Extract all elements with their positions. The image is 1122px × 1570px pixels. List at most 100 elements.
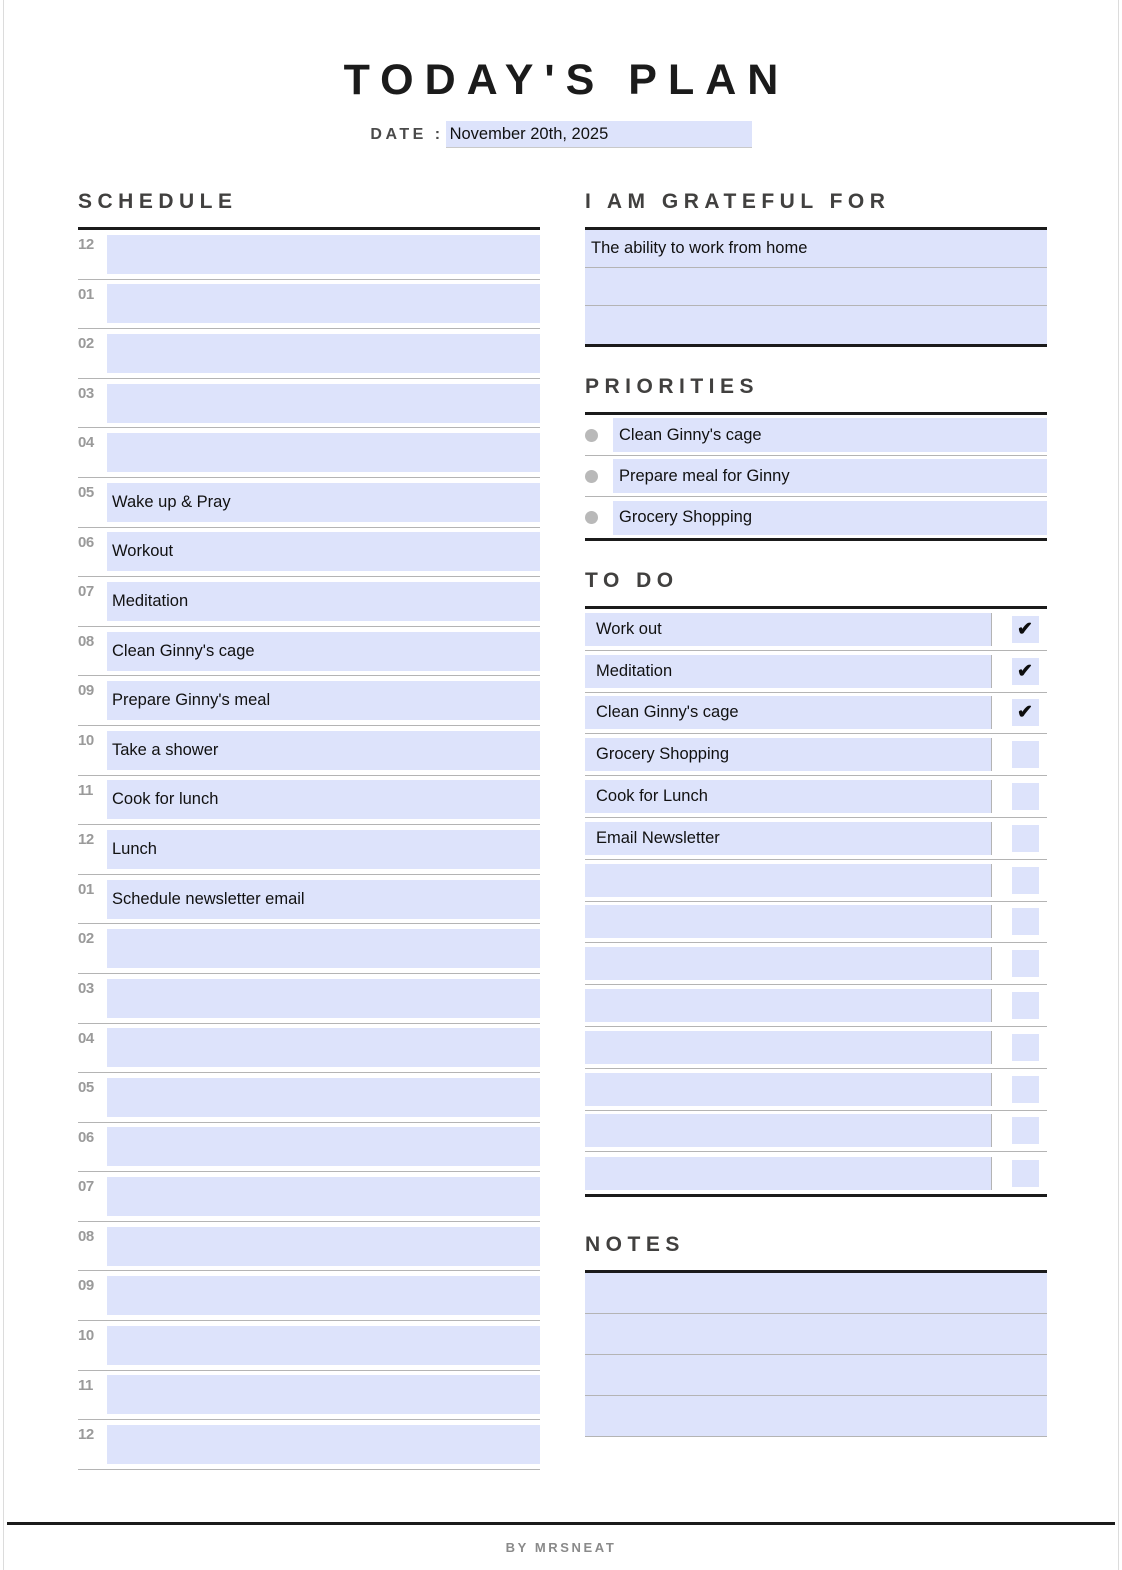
todo-checkbox-cell: ✔ — [1003, 657, 1047, 685]
checkbox-empty-icon[interactable] — [1011, 992, 1039, 1020]
todo-row: Clean Ginny's cage ✔ — [585, 693, 1047, 735]
checkbox-empty-icon[interactable] — [1011, 1075, 1039, 1103]
priority-input[interactable]: Clean Ginny's cage — [613, 418, 1047, 452]
todo-checkbox-cell — [1003, 908, 1047, 936]
schedule-entry-input[interactable]: Clean Ginny's cage — [107, 631, 540, 671]
todo-input[interactable]: Grocery Shopping — [585, 738, 992, 772]
todo-input[interactable]: Clean Ginny's cage — [585, 696, 992, 730]
schedule-entry-input[interactable]: Meditation — [107, 581, 540, 621]
schedule-entry-input[interactable] — [107, 1028, 540, 1068]
todo-input[interactable]: Meditation — [585, 654, 992, 688]
priority-input[interactable]: Prepare meal for Ginny — [613, 459, 1047, 493]
page-header: TODAY'S PLAN DATE : November 20th, 2025 — [4, 0, 1118, 148]
checkbox-empty-icon[interactable] — [1011, 866, 1039, 894]
todo-input[interactable] — [585, 989, 992, 1023]
todo-input[interactable]: Cook for Lunch — [585, 780, 992, 814]
todo-input[interactable] — [585, 1072, 992, 1106]
planner-page: TODAY'S PLAN DATE : November 20th, 2025 … — [3, 0, 1119, 1570]
schedule-column: SCHEDULE 12 01 02 03 04 05 Wake up & Pray 06 Wor… — [78, 190, 540, 1470]
checkbox-checked-icon[interactable]: ✔ — [1011, 699, 1039, 727]
schedule-entry-input[interactable] — [107, 333, 540, 373]
checkbox-checked-icon[interactable]: ✔ — [1011, 657, 1039, 685]
schedule-row: 11 Cook for lunch — [78, 776, 540, 826]
checkbox-empty-icon[interactable] — [1011, 783, 1039, 811]
todo-section: TO DO Work out ✔ Meditation ✔ Clean Ginny's … — [585, 569, 1047, 1198]
schedule-hour-label: 09 — [78, 1277, 94, 1295]
schedule-hour-label: 10 — [78, 731, 94, 749]
todo-row — [585, 860, 1047, 902]
checkbox-empty-icon[interactable] — [1011, 824, 1039, 852]
schedule-entry-input[interactable] — [107, 433, 540, 473]
date-input[interactable]: November 20th, 2025 — [445, 121, 752, 148]
schedule-entry-input[interactable] — [107, 1325, 540, 1365]
priority-input[interactable]: Grocery Shopping — [613, 500, 1047, 535]
schedule-entry-input[interactable]: Wake up & Pray — [107, 482, 540, 522]
todo-row — [585, 1111, 1047, 1153]
schedule-entry-input[interactable] — [107, 1127, 540, 1167]
todo-input[interactable]: Email Newsletter — [585, 821, 992, 855]
todo-input[interactable] — [585, 863, 992, 897]
schedule-entry-input[interactable] — [107, 1077, 540, 1117]
bullet-cell — [585, 469, 613, 483]
grateful-input[interactable] — [585, 306, 1047, 344]
schedule-entry-input[interactable] — [107, 383, 540, 423]
schedule-entry-input[interactable] — [107, 234, 540, 274]
todo-input[interactable] — [585, 905, 992, 939]
schedule-entry-input[interactable] — [107, 1425, 540, 1465]
todo-checkbox-cell: ✔ — [1003, 615, 1047, 643]
schedule-row: 04 — [78, 1024, 540, 1074]
checkbox-empty-icon[interactable] — [1011, 908, 1039, 936]
schedule-entry-input[interactable]: Schedule newsletter email — [107, 879, 540, 919]
todo-input[interactable] — [585, 1114, 992, 1148]
schedule-entry-input[interactable] — [107, 284, 540, 324]
schedule-entry-input[interactable]: Workout — [107, 532, 540, 572]
todo-input[interactable] — [585, 1156, 992, 1190]
schedule-hour-label: 11 — [78, 781, 93, 799]
grateful-heading: I AM GRATEFUL FOR — [585, 190, 891, 213]
checkbox-empty-icon[interactable] — [1011, 741, 1039, 769]
schedule-entry-input[interactable] — [107, 978, 540, 1018]
schedule-row: 01 Schedule newsletter email — [78, 875, 540, 925]
notes-input[interactable] — [585, 1314, 1047, 1356]
schedule-row: 02 — [78, 329, 540, 379]
schedule-entry-input[interactable] — [107, 1177, 540, 1217]
schedule-entry-input[interactable] — [107, 1226, 540, 1266]
schedule-hour-label: 02 — [78, 930, 94, 948]
schedule-hour-label: 12 — [78, 831, 94, 849]
schedule-hour-label: 11 — [78, 1376, 93, 1394]
schedule-entry-input[interactable]: Prepare Ginny's meal — [107, 681, 540, 721]
todo-row: Email Newsletter — [585, 818, 1047, 860]
notes-input[interactable] — [585, 1396, 1047, 1438]
todo-input[interactable] — [585, 1030, 992, 1064]
todo-row — [585, 902, 1047, 944]
todo-input[interactable] — [585, 947, 992, 981]
grateful-input[interactable] — [585, 268, 1047, 306]
schedule-entry-input[interactable]: Take a shower — [107, 730, 540, 770]
grateful-input[interactable]: The ability to work from home — [585, 230, 1047, 268]
schedule-entry-input[interactable]: Lunch — [107, 829, 540, 869]
notes-input[interactable] — [585, 1273, 1047, 1315]
schedule-row: 05 — [78, 1073, 540, 1123]
schedule-entry-input[interactable] — [107, 1375, 540, 1415]
todo-row: Grocery Shopping — [585, 734, 1047, 777]
schedule-row: 08 Clean Ginny's cage — [78, 627, 540, 677]
grateful-list: The ability to work from home — [585, 227, 1047, 347]
schedule-row: 06 — [78, 1123, 540, 1173]
schedule-entry-input[interactable] — [107, 1276, 540, 1316]
date-label: DATE : — [370, 125, 444, 143]
checkbox-checked-icon[interactable]: ✔ — [1011, 615, 1039, 643]
schedule-row: 10 — [78, 1321, 540, 1371]
checkbox-empty-icon[interactable] — [1011, 950, 1039, 978]
schedule-row: 03 — [78, 974, 540, 1024]
todo-input[interactable]: Work out — [585, 612, 992, 646]
schedule-entry-input[interactable] — [107, 929, 540, 969]
grateful-section: I AM GRATEFUL FOR The ability to work fr… — [585, 190, 1047, 347]
bullet-cell — [585, 511, 613, 524]
schedule-row: 07 — [78, 1172, 540, 1222]
checkbox-empty-icon[interactable] — [1011, 1033, 1039, 1061]
schedule-entry-input[interactable]: Cook for lunch — [107, 780, 540, 820]
checkbox-empty-icon[interactable] — [1011, 1159, 1039, 1187]
notes-input[interactable] — [585, 1355, 1047, 1397]
schedule-hour-label: 01 — [78, 880, 94, 898]
checkbox-empty-icon[interactable] — [1011, 1117, 1039, 1145]
